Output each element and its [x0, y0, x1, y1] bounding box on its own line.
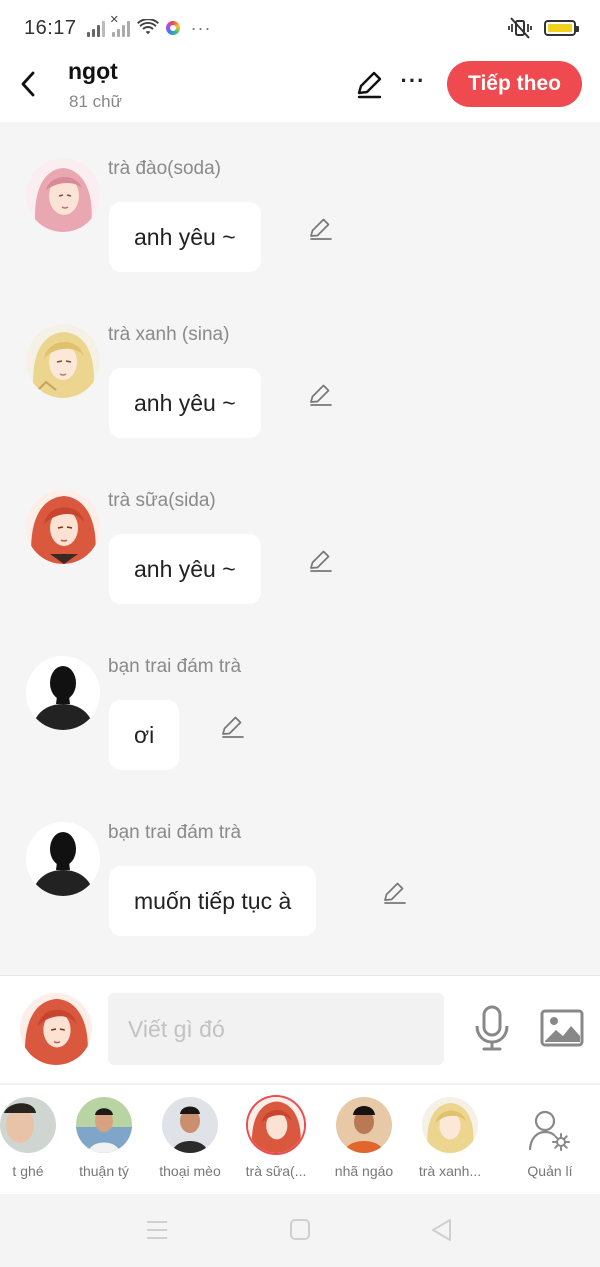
message-item: trà đào(soda) anh yêu ~	[0, 122, 600, 272]
message-bubble[interactable]: anh yêu ~	[109, 202, 261, 272]
status-bar: 16:17 ✕ ···	[0, 0, 600, 56]
next-button[interactable]: Tiếp theo	[447, 61, 582, 107]
character-item[interactable]: nhã ngáo	[320, 1097, 406, 1187]
message-item: trà xanh (sina) anh yêu ~	[0, 288, 600, 438]
message-item: bạn trai đám trà ơi	[0, 620, 600, 770]
manage-label: Quản lí	[527, 1163, 573, 1179]
header: ngọt 81 chữ ··· Tiếp theo	[0, 56, 600, 122]
message-bubble[interactable]: ơi	[109, 700, 180, 770]
system-navigation-bar	[0, 1194, 600, 1267]
current-character-avatar[interactable]	[20, 993, 92, 1065]
sender-name: bạn trai đám trà	[108, 822, 242, 843]
signal-icon	[86, 19, 105, 37]
edit-message-icon[interactable]	[219, 714, 245, 740]
character-avatar	[248, 1097, 304, 1153]
character-name: trà sữa(...	[245, 1163, 307, 1179]
message-bubble[interactable]: muốn tiếp tục à	[109, 866, 317, 936]
character-item[interactable]: thoại mèo	[146, 1097, 232, 1187]
chat-messages: trà đào(soda) anh yêu ~ trà xanh (sina) …	[0, 122, 600, 974]
character-selector: t ghé thuận tý thoại mèo trà sữa(... nhã…	[0, 1084, 600, 1194]
character-avatar	[162, 1097, 218, 1153]
message-item: trà sữa(sida) anh yêu ~	[0, 454, 600, 604]
chevron-left-icon	[21, 71, 35, 97]
back-triangle-icon[interactable]	[429, 1218, 455, 1242]
image-icon[interactable]	[540, 1008, 584, 1048]
character-name: nhã ngáo	[334, 1163, 394, 1179]
page-title: ngọt	[68, 58, 118, 84]
character-name: thuận tý	[79, 1163, 129, 1179]
microphone-icon[interactable]	[472, 1004, 512, 1052]
edit-message-icon[interactable]	[381, 880, 407, 906]
color-app-icon	[165, 21, 180, 35]
more-options-button[interactable]: ···	[398, 66, 428, 100]
message-bubble[interactable]: anh yêu ~	[109, 368, 261, 438]
character-item[interactable]: thuận tý	[60, 1097, 146, 1187]
pencil-icon	[357, 71, 382, 99]
more-dots-icon: ···	[190, 17, 212, 38]
signal-no-service-icon: ✕	[110, 14, 130, 37]
edit-message-icon[interactable]	[307, 548, 333, 574]
home-icon[interactable]	[287, 1218, 313, 1242]
message-input-bar	[0, 975, 600, 1083]
menu-icon[interactable]	[144, 1218, 170, 1242]
message-input[interactable]	[108, 993, 444, 1065]
anime-girl-pink-avatar[interactable]	[26, 158, 100, 232]
character-avatar	[76, 1097, 132, 1153]
user-settings-icon	[528, 1110, 570, 1151]
character-name: thoại mèo	[159, 1163, 221, 1179]
silhouette-avatar[interactable]	[26, 656, 100, 730]
character-avatar	[0, 1097, 56, 1153]
character-item[interactable]: trà xanh...	[406, 1097, 492, 1187]
manage-characters-button[interactable]: Quản lí	[508, 1097, 592, 1187]
sender-name: trà đào(soda)	[108, 158, 222, 179]
edit-message-icon[interactable]	[307, 382, 333, 408]
wifi-icon	[136, 19, 159, 35]
character-avatar	[336, 1097, 392, 1153]
vibrate-mode-icon	[508, 17, 532, 39]
word-count: 81 chữ	[69, 92, 122, 111]
anime-girl-redhair-avatar[interactable]	[26, 490, 100, 564]
edit-title-button[interactable]	[352, 68, 386, 102]
silhouette-avatar[interactable]	[26, 822, 100, 896]
sender-name: bạn trai đám trà	[108, 656, 242, 677]
message-bubble[interactable]: anh yêu ~	[109, 534, 261, 604]
status-time: 16:17	[24, 16, 77, 39]
anime-girl-blonde-avatar[interactable]	[26, 324, 100, 398]
character-name: trà xanh...	[418, 1163, 482, 1179]
character-avatar	[422, 1097, 478, 1153]
sender-name: trà xanh (sina)	[108, 324, 230, 345]
back-button[interactable]	[14, 66, 42, 102]
sender-name: trà sữa(sida)	[108, 490, 216, 511]
battery-icon	[544, 20, 579, 36]
edit-message-icon[interactable]	[307, 216, 333, 242]
character-item[interactable]: trà sữa(...	[232, 1097, 318, 1187]
message-item: bạn trai đám trà muốn tiếp tục à	[0, 786, 600, 936]
